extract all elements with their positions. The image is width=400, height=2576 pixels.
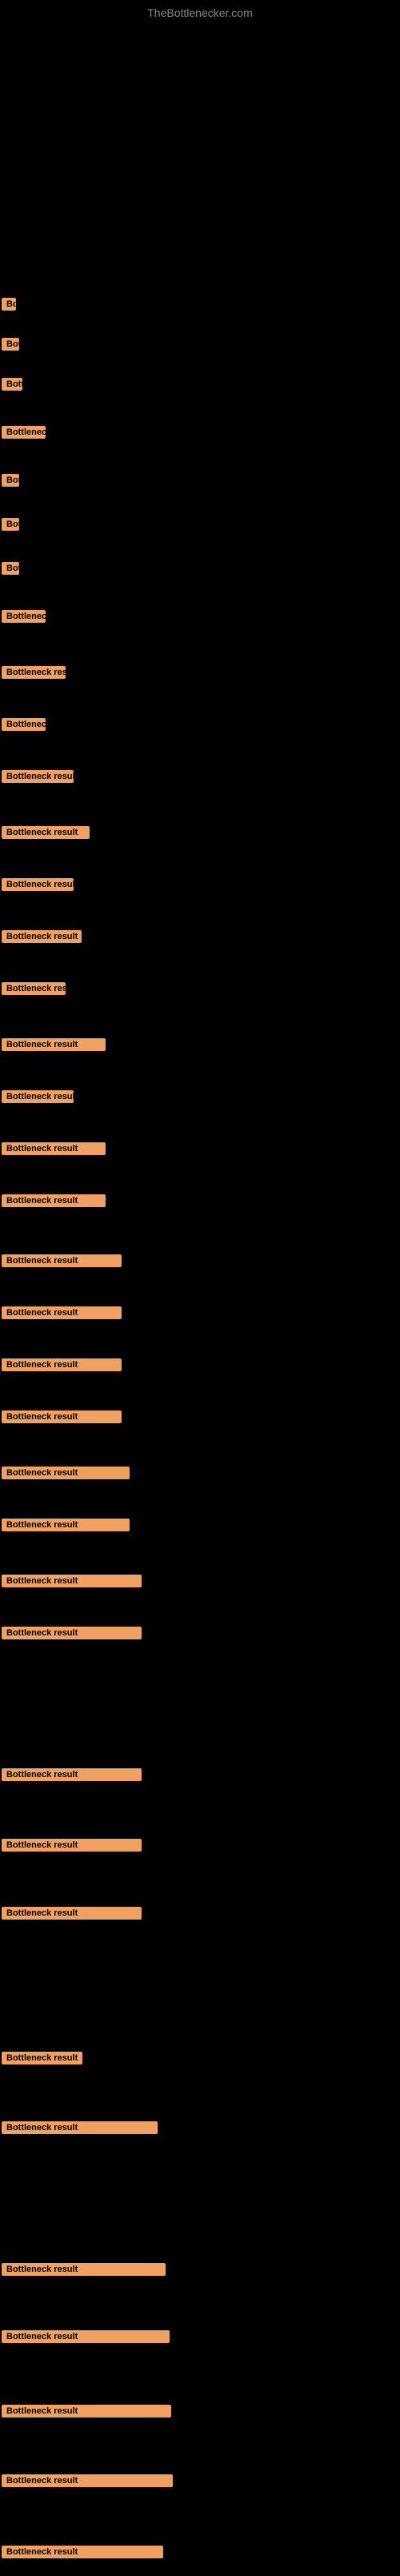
bottleneck-result-label: Bottleneck result [2,1358,122,1371]
result-row-16: Bottleneck result [2,1035,106,1058]
bottleneck-result-label: Bottleneck result [2,1142,106,1155]
bottleneck-result-label: Bottleneck result [2,1038,106,1051]
result-row-30: Bottleneck result [2,1904,142,1927]
result-row-3: Bottleneck result [2,375,22,398]
bottleneck-result-label: Bottleneck result [2,930,82,943]
result-row-27: Bottleneck result [2,1623,142,1647]
result-row-5: Bottleneck result [2,471,19,494]
bottleneck-result-label: Bottleneck result [2,2263,166,2276]
result-row-14: Bottleneck result [2,927,82,950]
result-row-9: Bottleneck result [2,663,66,686]
bottleneck-result-label: Bottleneck result [2,378,22,391]
bottleneck-result-label: Bottleneck result [2,2330,170,2343]
bottleneck-result-label: Bottleneck result [2,426,46,439]
bottleneck-result-label: Bottleneck result [2,1519,130,1531]
result-row-37: Bottleneck result [2,2542,163,2566]
result-row-19: Bottleneck result [2,1191,106,1214]
result-row-23: Bottleneck result [2,1407,122,1430]
result-row-20: Bottleneck result [2,1251,122,1274]
bottleneck-result-label: Bottleneck result [2,2546,163,2558]
result-row-1: Bottleneck result [2,295,16,318]
bottleneck-result-label: Bottleneck result [2,982,66,995]
bottleneck-result-label: Bottleneck result [2,1090,74,1103]
result-row-15: Bottleneck result [2,979,66,1002]
bottleneck-result-label: Bottleneck result [2,1410,122,1423]
result-row-28: Bottleneck result [2,1765,142,1788]
bottleneck-result-label: Bottleneck result [2,666,66,679]
bottleneck-result-label: Bottleneck result [2,1907,142,1920]
result-row-32: Bottleneck result [2,2118,158,2141]
result-row-22: Bottleneck result [2,1355,122,1378]
result-row-34: Bottleneck result [2,2327,170,2350]
result-row-24: Bottleneck result [2,1463,130,1487]
result-row-12: Bottleneck result [2,823,90,846]
bottleneck-result-label: Bottleneck result [2,518,19,531]
result-row-26: Bottleneck result [2,1571,142,1595]
result-row-10: Bottleneck result [2,715,46,738]
result-row-18: Bottleneck result [2,1139,106,1162]
bottleneck-result-label: Bottleneck result [2,826,90,839]
result-row-4: Bottleneck result [2,423,46,446]
result-row-6: Bottleneck result [2,515,19,538]
result-row-7: Bottleneck result [2,559,19,582]
bottleneck-result-label: Bottleneck result [2,1194,106,1207]
bottleneck-result-label: Bottleneck result [2,1575,142,1587]
bottleneck-result-label: Bottleneck result [2,1306,122,1319]
bottleneck-result-label: Bottleneck result [2,718,46,731]
bottleneck-result-label: Bottleneck result [2,562,19,575]
bottleneck-result-label: Bottleneck result [2,2405,171,2418]
bottleneck-result-label: Bottleneck result [2,474,19,487]
site-title: TheBottlenecker.com [0,0,400,22]
bottleneck-result-label: Bottleneck result [2,2121,158,2134]
result-row-11: Bottleneck result [2,767,74,790]
bottleneck-result-label: Bottleneck result [2,770,74,783]
bottleneck-result-label: Bottleneck result [2,1627,142,1639]
bottleneck-result-label: Bottleneck result [2,2052,82,2064]
bottleneck-result-label: Bottleneck result [2,298,16,311]
result-row-36: Bottleneck result [2,2471,173,2494]
bottleneck-result-label: Bottleneck result [2,1254,122,1267]
bottleneck-result-label: Bottleneck result [2,1768,142,1781]
bottleneck-result-label: Bottleneck result [2,1467,130,1479]
result-row-17: Bottleneck result [2,1087,74,1110]
result-row-2: Bottleneck result [2,335,19,358]
bottleneck-result-label: Bottleneck result [2,2474,173,2487]
result-row-31: Bottleneck result [2,2048,82,2068]
result-row-29: Bottleneck result [2,1836,142,1859]
result-row-35: Bottleneck result [2,2401,171,2425]
bottleneck-result-label: Bottleneck result [2,610,46,623]
bottleneck-result-label: Bottleneck result [2,878,74,891]
result-row-25: Bottleneck result [2,1515,130,1539]
result-row-21: Bottleneck result [2,1303,122,1326]
result-row-13: Bottleneck result [2,875,74,898]
result-row-8: Bottleneck result [2,607,46,630]
bottleneck-result-label: Bottleneck result [2,1839,142,1852]
bottleneck-result-label: Bottleneck result [2,338,19,351]
result-row-33: Bottleneck result [2,2260,166,2283]
